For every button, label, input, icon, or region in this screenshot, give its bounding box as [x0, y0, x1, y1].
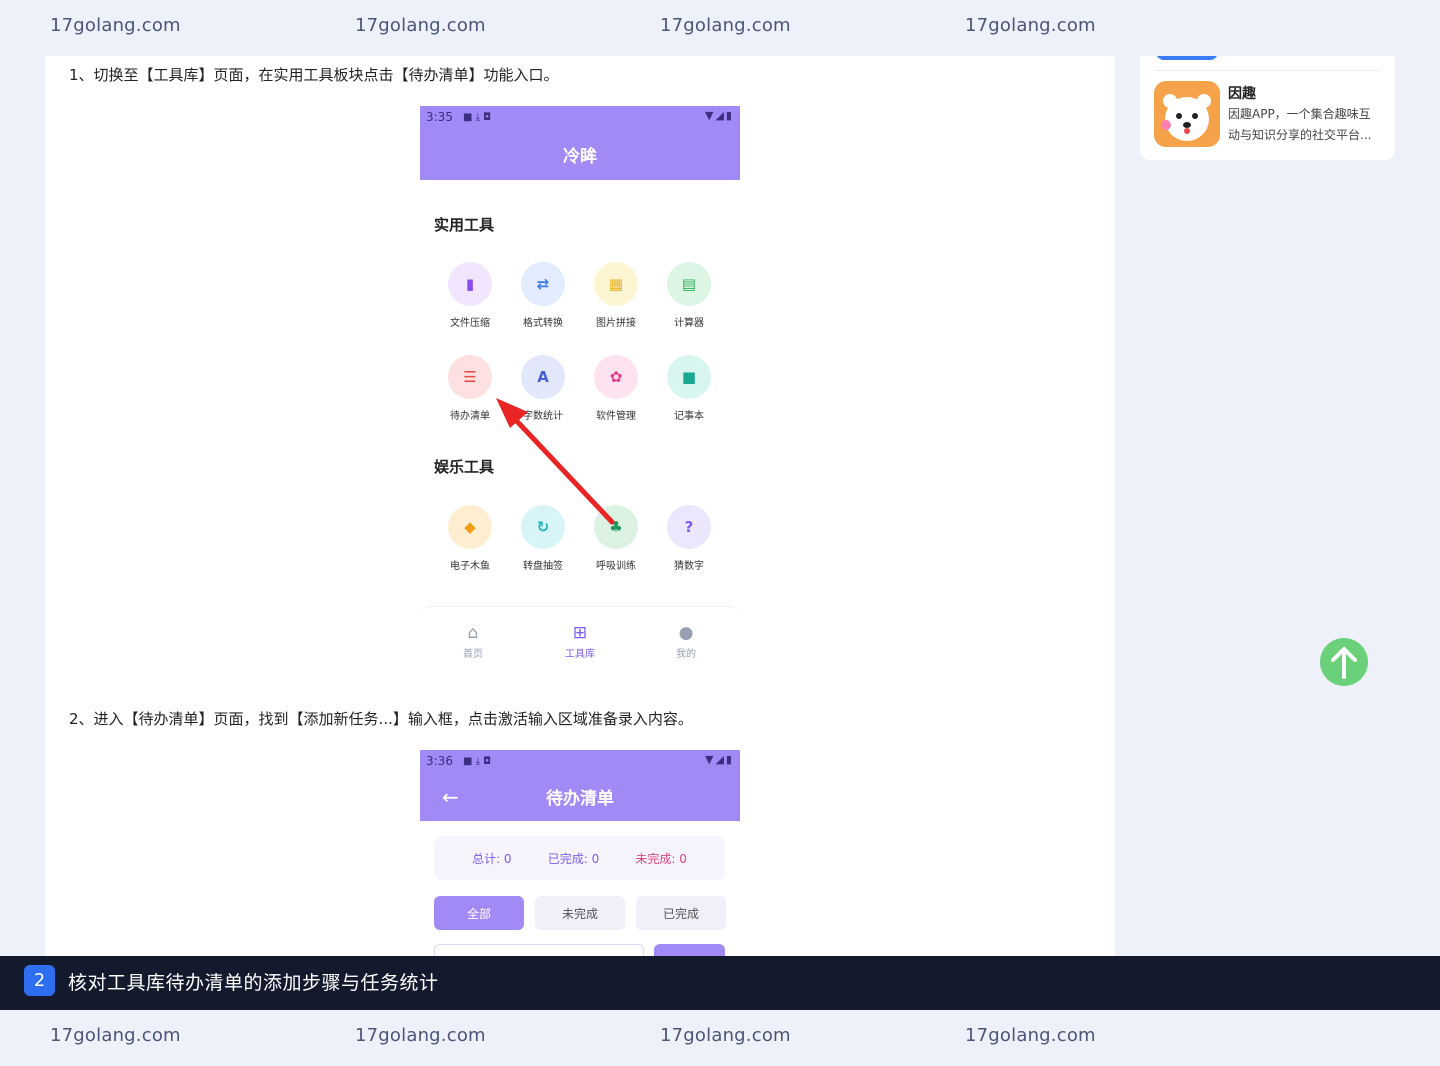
nav-home[interactable]: ⌂ 首页	[443, 623, 503, 660]
nav-label: 首页	[463, 649, 483, 660]
sidebar-app-card[interactable]: 因趣 因趣APP，一个集合趣味互动与知识分享的社交平台...	[1140, 52, 1395, 160]
watermark-bar-bottom: 17golang.com 17golang.com 17golang.com 1…	[0, 1010, 1440, 1066]
status-time: 3:35	[426, 110, 453, 124]
section-title-practical: 实用工具	[434, 216, 495, 234]
swap-icon: ⇄	[521, 262, 565, 306]
app-header: ← 待办清单	[420, 772, 740, 821]
home-icon: ⌂	[467, 623, 479, 643]
app-title: 待办清单	[546, 789, 614, 809]
status-icons: ■ ⤓ ◘	[462, 111, 492, 123]
nav-profile[interactable]: ● 我的	[656, 623, 716, 660]
app-logo-icon	[1154, 81, 1220, 147]
add-task-input[interactable]	[434, 944, 644, 956]
font-icon: A	[521, 355, 565, 399]
checklist-icon: ☰	[448, 355, 492, 399]
tool-label: 待办清单	[450, 411, 490, 422]
grid-icon: ▦	[594, 262, 638, 306]
tool-image-stitch[interactable]: ▦ 图片拼接	[586, 262, 646, 329]
tool-label: 软件管理	[596, 411, 636, 422]
signal-battery-icon: ▼◢▮	[705, 753, 734, 766]
tool-breathing[interactable]: ♣ 呼吸训练	[586, 505, 646, 572]
stat-total: 总计: 0	[472, 851, 512, 866]
status-icons: ■ ⤓ ◘	[462, 755, 492, 767]
fish-icon: ◆	[448, 505, 492, 549]
step-number-badge: 2	[24, 965, 55, 996]
step-2-text: 2、进入【待办清单】页面，找到【添加新任务...】输入框，点击激活输入区域准备录…	[69, 710, 693, 728]
tool-label: 电子木鱼	[450, 561, 490, 572]
watermark-text: 17golang.com	[965, 15, 1096, 36]
tool-todo-list[interactable]: ☰ 待办清单	[440, 355, 500, 422]
file-zip-icon: ▮	[448, 262, 492, 306]
status-time: 3:36	[426, 754, 453, 768]
filter-undone-button[interactable]: 未完成	[535, 896, 625, 930]
nav-label: 工具库	[565, 649, 595, 660]
tool-label: 格式转换	[523, 318, 563, 329]
tool-guess-number[interactable]: ? 猜数字	[659, 505, 719, 572]
calculator-icon: ▤	[667, 262, 711, 306]
watermark-text: 17golang.com	[50, 1025, 181, 1046]
tool-label: 转盘抽签	[523, 561, 563, 572]
app-header: 冷眸	[420, 128, 740, 180]
refresh-icon: ↻	[521, 505, 565, 549]
status-bar: 3:35 ■ ⤓ ◘ ▼◢▮	[420, 106, 740, 128]
signal-battery-icon: ▼◢▮	[705, 109, 734, 122]
bottom-nav: ⌂ 首页 ⊞ 工具库 ● 我的	[420, 606, 740, 676]
tool-software-manage[interactable]: ✿ 软件管理	[586, 355, 646, 422]
app-title: 冷眸	[563, 146, 597, 167]
step-caption-text: 核对工具库待办清单的添加步骤与任务统计	[68, 972, 439, 994]
task-stats-card: 总计: 0 已完成: 0 未完成: 0	[434, 836, 725, 880]
add-task-button[interactable]	[654, 944, 725, 956]
step-1-text: 1、切换至【工具库】页面，在实用工具板块点击【待办清单】功能入口。	[69, 66, 559, 84]
tool-label: 图片拼接	[596, 318, 636, 329]
tool-label: 呼吸训练	[596, 561, 636, 572]
arrow-up-icon	[1331, 647, 1357, 679]
watermark-text: 17golang.com	[50, 15, 181, 36]
toolbox-icon: ⊞	[572, 623, 588, 643]
tool-wooden-fish[interactable]: ◆ 电子木鱼	[440, 505, 500, 572]
section-title-entertainment: 娱乐工具	[434, 458, 495, 476]
divider	[1154, 70, 1381, 71]
note-icon: ■	[667, 355, 711, 399]
tool-format-convert[interactable]: ⇄ 格式转换	[513, 262, 573, 329]
settings-icon: ✿	[594, 355, 638, 399]
watermark-text: 17golang.com	[660, 1025, 791, 1046]
nav-toolbox[interactable]: ⊞ 工具库	[550, 623, 610, 660]
question-icon: ?	[667, 505, 711, 549]
watermark-text: 17golang.com	[660, 15, 791, 36]
watermark-bar-top: 17golang.com 17golang.com 17golang.com 1…	[0, 0, 1440, 56]
filter-done-button[interactable]: 已完成	[636, 896, 726, 930]
watermark-text: 17golang.com	[355, 1025, 486, 1046]
tool-label: 计算器	[674, 318, 704, 329]
back-arrow-icon[interactable]: ←	[442, 785, 459, 809]
tool-label: 记事本	[674, 411, 704, 422]
article-content: 1、切换至【工具库】页面，在实用工具板块点击【待办清单】功能入口。 3:35 ■…	[45, 56, 1115, 956]
stat-done: 已完成: 0	[547, 851, 600, 866]
tool-wheel-draw[interactable]: ↻ 转盘抽签	[513, 505, 573, 572]
watermark-text: 17golang.com	[355, 15, 486, 36]
nav-label: 我的	[676, 649, 696, 660]
app-screenshot-toolbox: 3:35 ■ ⤓ ◘ ▼◢▮ 冷眸 实用工具 ▮ 文件压缩 ⇄ 格式转换 ▦ 图…	[420, 106, 740, 676]
tool-label: 文件压缩	[450, 318, 490, 329]
tool-notepad[interactable]: ■ 记事本	[659, 355, 719, 422]
tool-label: 字数统计	[523, 411, 563, 422]
tool-label: 猜数字	[674, 561, 704, 572]
tool-word-count[interactable]: A 字数统计	[513, 355, 573, 422]
lungs-icon: ♣	[594, 505, 638, 549]
user-icon: ●	[678, 623, 694, 643]
stat-undone: 未完成: 0	[635, 851, 687, 866]
tool-calculator[interactable]: ▤ 计算器	[659, 262, 719, 329]
step-caption-bar: 2 核对工具库待办清单的添加步骤与任务统计	[0, 956, 1440, 1010]
watermark-text: 17golang.com	[965, 1025, 1096, 1046]
tool-file-compress[interactable]: ▮ 文件压缩	[440, 262, 500, 329]
app-name[interactable]: 因趣	[1228, 83, 1256, 103]
filter-all-button[interactable]: 全部	[434, 896, 524, 930]
app-description: 因趣APP，一个集合趣味互动与知识分享的社交平台...	[1228, 107, 1372, 142]
app-screenshot-todo: 3:36 ■ ⤓ ◘ ▼◢▮ ← 待办清单 总计: 0 已完成: 0 未完成: …	[420, 750, 740, 956]
back-to-top-button[interactable]	[1320, 638, 1368, 686]
status-bar: 3:36 ■ ⤓ ◘ ▼◢▮	[420, 750, 740, 772]
